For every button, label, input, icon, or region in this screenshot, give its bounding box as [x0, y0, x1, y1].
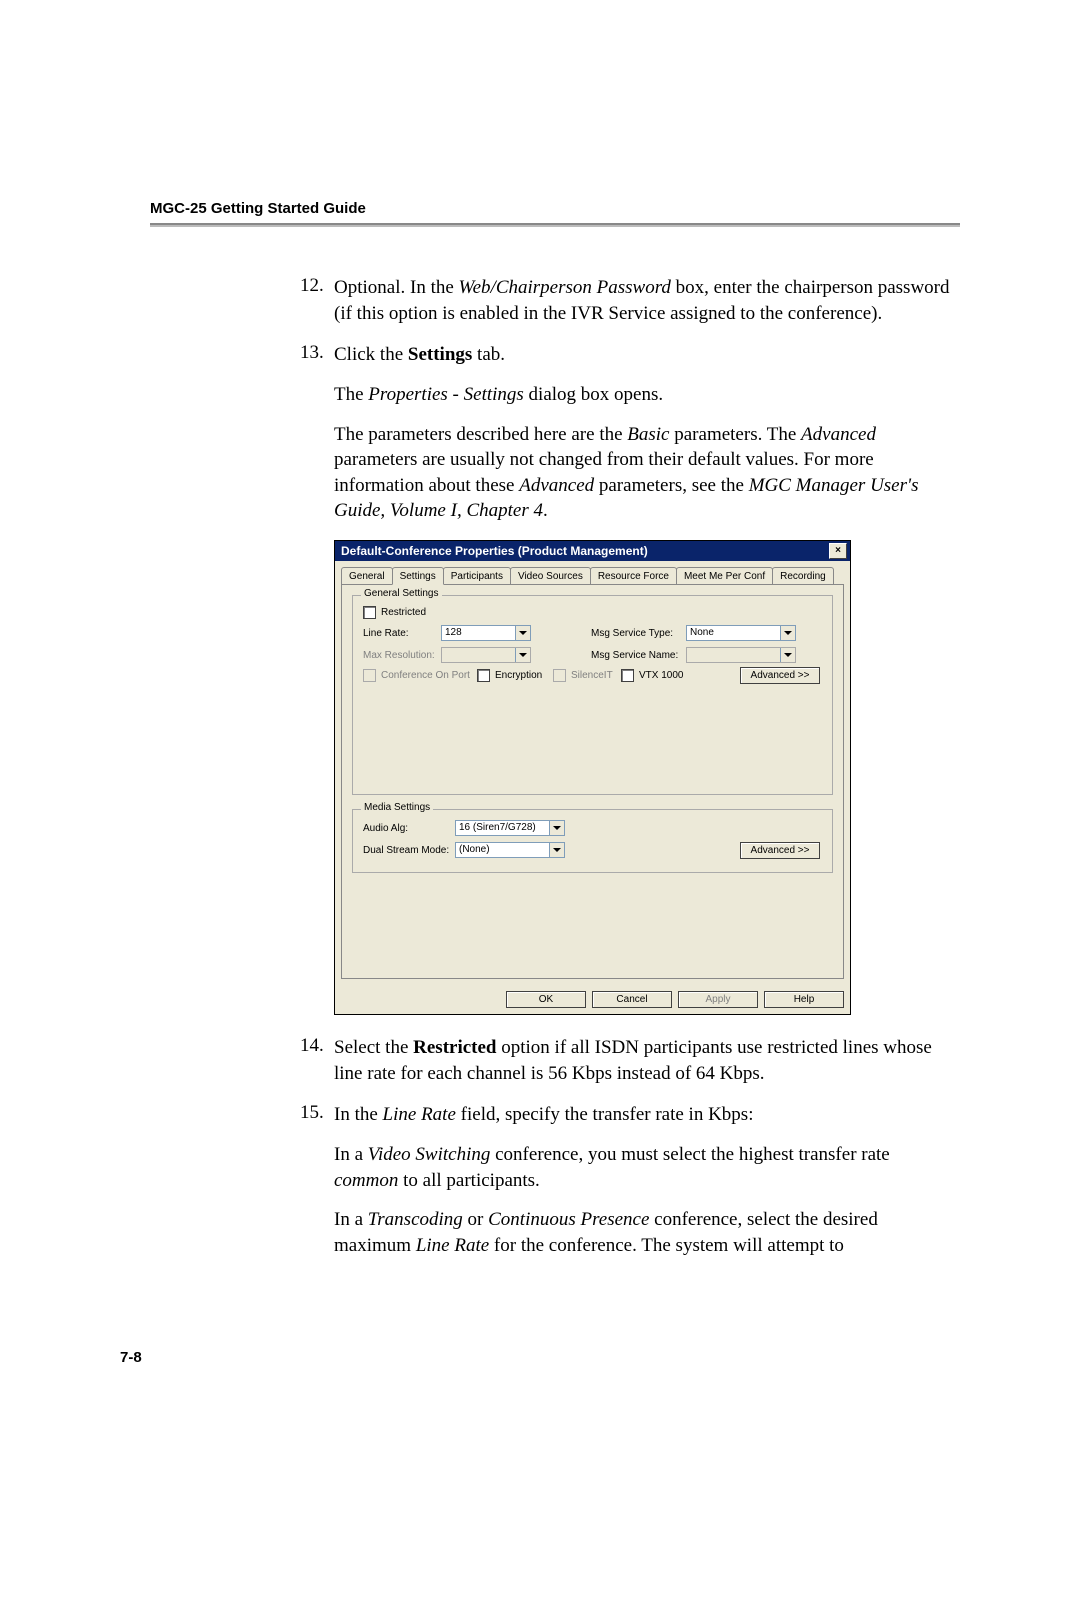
ok-button[interactable]: OK [506, 991, 586, 1008]
step-number: 14. [300, 1035, 334, 1086]
chevron-down-icon [515, 626, 530, 640]
encryption-label: Encryption [495, 670, 553, 681]
step-15-p2: In a Video Switching conference, you mus… [334, 1142, 950, 1193]
help-button[interactable]: Help [764, 991, 844, 1008]
step-14-p1: Select the Restricted option if all ISDN… [334, 1035, 950, 1086]
cancel-button[interactable]: Cancel [592, 991, 672, 1008]
msg-type-label: Msg Service Type: [591, 628, 686, 639]
chevron-down-icon [515, 648, 530, 662]
line-rate-label: Line Rate: [363, 628, 441, 639]
page-header: MGC-25 Getting Started Guide [150, 200, 960, 217]
row-flags: Conference On Port Encryption SilenceIT … [363, 669, 822, 682]
step-15: 15. In the Line Rate field, specify the … [300, 1102, 950, 1258]
dual-stream-select[interactable]: (None) [455, 842, 565, 858]
step-number: 13. [300, 342, 334, 524]
row-line-rate: Line Rate: 128 Msg Service Type: None [363, 625, 822, 641]
dialog-title: Default-Conference Properties (Product M… [341, 544, 648, 558]
dialog-titlebar: Default-Conference Properties (Product M… [335, 541, 850, 561]
step-15-p3: In a Transcoding or Continuous Presence … [334, 1207, 950, 1258]
step-13-p2: The Properties - Settings dialog box ope… [334, 382, 950, 408]
encryption-checkbox[interactable] [477, 669, 490, 682]
tab-meet-me[interactable]: Meet Me Per Conf [676, 567, 773, 584]
media-settings-group: Media Settings Audio Alg: 16 (Siren7/G72… [352, 809, 833, 873]
silenceit-checkbox [553, 669, 566, 682]
restricted-checkbox[interactable] [363, 606, 376, 619]
dialog-buttons: OK Cancel Apply Help [335, 985, 850, 1014]
msg-name-label: Msg Service Name: [591, 650, 686, 661]
chevron-down-icon [549, 821, 564, 835]
audio-alg-select[interactable]: 16 (Siren7/G728) [455, 820, 565, 836]
step-12: 12. Optional. In the Web/Chairperson Pas… [300, 275, 950, 326]
dialog-tabs: General Settings Participants Video Sour… [335, 561, 850, 584]
step-12-p1: Optional. In the Web/Chairperson Passwor… [334, 275, 950, 326]
step-15-p1: In the Line Rate field, specify the tran… [334, 1102, 950, 1128]
dialog-screenshot: Default-Conference Properties (Product M… [334, 540, 851, 1015]
apply-button: Apply [678, 991, 758, 1008]
row-restricted: Restricted [363, 606, 822, 619]
group-title: Media Settings [361, 802, 433, 813]
msg-name-select [686, 647, 796, 663]
tab-general[interactable]: General [341, 567, 393, 584]
step-14: 14. Select the Restricted option if all … [300, 1035, 950, 1086]
group-title: General Settings [361, 588, 442, 599]
row-max-res: Max Resolution: Msg Service Name: [363, 647, 822, 663]
tab-video-sources[interactable]: Video Sources [510, 567, 591, 584]
advanced-button[interactable]: Advanced >> [740, 667, 820, 684]
conf-on-port-checkbox [363, 669, 376, 682]
step-number: 12. [300, 275, 334, 326]
silenceit-label: SilenceIT [571, 670, 621, 681]
close-icon[interactable]: × [829, 543, 847, 559]
page-number: 7-8 [120, 1349, 960, 1366]
step-13: 13. Click the Settings tab. The Properti… [300, 342, 950, 524]
audio-alg-label: Audio Alg: [363, 823, 455, 834]
dialog-body: General Settings Restricted Line Rate: 1… [341, 584, 844, 979]
row-dual-stream: Dual Stream Mode: (None) Advanced >> [363, 842, 822, 858]
line-rate-select[interactable]: 128 [441, 625, 531, 641]
dual-stream-label: Dual Stream Mode: [363, 845, 455, 856]
step-13-p3: The parameters described here are the Ba… [334, 422, 950, 525]
row-audio-alg: Audio Alg: 16 (Siren7/G728) [363, 820, 822, 836]
tab-participants[interactable]: Participants [443, 567, 511, 584]
tab-resource-force[interactable]: Resource Force [590, 567, 677, 584]
vtx1000-checkbox[interactable] [621, 669, 634, 682]
general-settings-group: General Settings Restricted Line Rate: 1… [352, 595, 833, 795]
restricted-label: Restricted [381, 607, 426, 618]
vtx1000-label: VTX 1000 [639, 670, 683, 681]
advanced-button[interactable]: Advanced >> [740, 842, 820, 859]
header-rule [150, 223, 960, 227]
content: 12. Optional. In the Web/Chairperson Pas… [300, 275, 950, 1259]
tab-settings[interactable]: Settings [392, 567, 444, 585]
chevron-down-icon [780, 648, 795, 662]
max-resolution-label: Max Resolution: [363, 650, 441, 661]
step-13-p1: Click the Settings tab. [334, 342, 950, 368]
chevron-down-icon [780, 626, 795, 640]
step-number: 15. [300, 1102, 334, 1258]
tab-recording[interactable]: Recording [772, 567, 834, 584]
chevron-down-icon [549, 843, 564, 857]
max-resolution-select [441, 647, 531, 663]
conf-on-port-label: Conference On Port [381, 670, 477, 681]
msg-type-select[interactable]: None [686, 625, 796, 641]
